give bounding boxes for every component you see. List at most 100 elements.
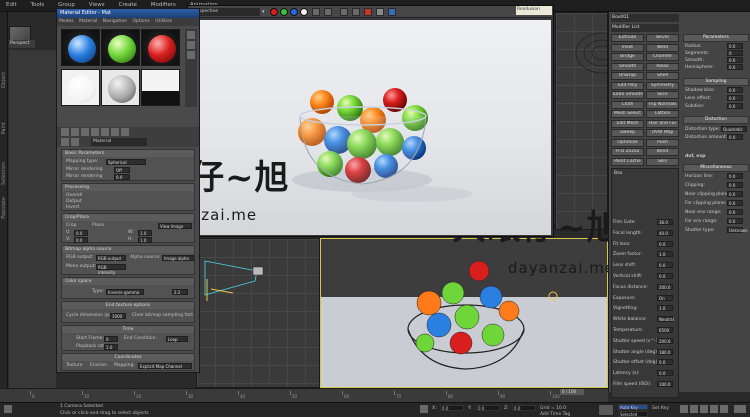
sampling-rollout-title[interactable]: Sampling	[683, 78, 749, 86]
distortion-rollout-title[interactable]: Distortion	[683, 116, 749, 124]
add-time-tag-button[interactable]: Add Time Tag	[540, 412, 570, 417]
modifier-button[interactable]: Edit Poly	[611, 81, 644, 90]
modifier-list-dropdown[interactable]: Modifier List	[611, 24, 679, 32]
modifier-button[interactable]: Lattice	[646, 110, 679, 118]
param-field[interactable]: 36.0	[657, 219, 673, 225]
param-field[interactable]: 100.0	[657, 381, 673, 387]
param-field[interactable]: 0.0	[727, 200, 743, 206]
modifier-button[interactable]: Symmetry	[646, 81, 679, 90]
ribbon-tab-object[interactable]: Object	[1, 72, 7, 88]
gamma-field[interactable]: 2.2	[172, 289, 188, 295]
param-field[interactable]: Neutral	[657, 316, 674, 323]
x-coordinate-field[interactable]: 0.0	[440, 405, 464, 411]
param-field[interactable]: 40.0	[657, 229, 673, 236]
time-slider[interactable]: 0 / 100	[560, 389, 584, 395]
alpha-channel-button[interactable]	[300, 8, 308, 16]
param-field[interactable]: 0.0	[727, 173, 743, 179]
time-slider-track[interactable]: 0 10 20 30 40 50 60 70 80 90 100	[0, 388, 608, 402]
param-field[interactable]: 180.0	[657, 348, 673, 355]
modifier-button[interactable]: Relax	[646, 62, 679, 71]
ribbon-tab-paint[interactable]: Paint	[1, 122, 7, 134]
prev-frame-icon[interactable]	[690, 405, 698, 413]
rollout-title[interactable]: Bitmap alpha source	[62, 246, 194, 253]
pick-icon[interactable]	[61, 138, 69, 146]
mono-output-dropdown[interactable]: RGB intensity	[96, 264, 126, 275]
history-icon[interactable]	[388, 8, 396, 16]
param-field[interactable]: On	[657, 294, 673, 301]
w-field[interactable]: 1.0	[138, 230, 152, 236]
param-field[interactable]: 0.0	[727, 182, 743, 188]
ribbon-tab-populate[interactable]: Populate	[1, 197, 7, 219]
selection-set-dropdown[interactable]: Selected	[618, 411, 648, 417]
modifier-button[interactable]: Chamfer	[646, 53, 679, 61]
param-field[interactable]: 6500	[657, 327, 673, 333]
param-field[interactable]: 200.0	[657, 283, 673, 290]
next-frame-icon[interactable]	[710, 405, 718, 413]
param-field[interactable]: 0.0	[727, 191, 743, 197]
play-icon[interactable]	[700, 405, 708, 413]
end-condition-dropdown[interactable]: Loop	[166, 336, 188, 342]
modifier-button[interactable]: Bend	[646, 148, 679, 156]
red-channel-button[interactable]	[270, 8, 278, 16]
param-field[interactable]: 0.0	[727, 103, 743, 109]
viewport-label[interactable]: Perspect	[9, 40, 35, 48]
copy-material-icon[interactable]	[101, 128, 109, 136]
sample-type-icon[interactable]	[187, 31, 195, 39]
param-field[interactable]: 0.0	[727, 95, 743, 101]
go-parent-icon[interactable]	[71, 138, 79, 146]
clone-icon[interactable]	[364, 8, 372, 16]
misc-rollout-title[interactable]: Miscellaneous	[683, 164, 749, 172]
viewport-bottom-left[interactable]	[196, 238, 320, 388]
modifier-button[interactable]: Turbo Smooth	[611, 91, 644, 99]
assign-material-icon[interactable]	[81, 128, 89, 136]
modifier-button[interactable]: Shell	[646, 72, 679, 80]
param-field[interactable]: 200.0	[657, 337, 673, 344]
lock-icon[interactable]	[420, 405, 428, 413]
modifier-button[interactable]: Bridge	[611, 53, 644, 61]
view-image-button[interactable]: View Image	[158, 223, 192, 229]
zoom-extents-icon[interactable]	[734, 405, 746, 413]
params-rollout-title[interactable]: Parameters	[683, 34, 749, 42]
distortion-type-dropdown[interactable]: Quadratic	[721, 126, 747, 132]
ribbon-tab-selection[interactable]: Selection	[1, 162, 7, 185]
stack-item[interactable]: Box	[612, 169, 678, 178]
param-field[interactable]: 0.0	[727, 87, 743, 93]
rollout-title[interactable]: Coordinates	[62, 354, 194, 361]
modifier-button[interactable]: Bevel	[646, 34, 679, 42]
modifier-button[interactable]: FFD 2x2x2	[611, 148, 644, 156]
row-field[interactable]: 0.0	[114, 174, 130, 180]
mapping-dropdown[interactable]: Spherical	[106, 159, 146, 165]
environ-radio[interactable]: Environ	[90, 363, 107, 368]
distortion-amount-field[interactable]: 0.0	[727, 134, 743, 140]
modifier-button[interactable]: Edit Mesh	[611, 119, 644, 128]
param-field[interactable]: 0.0	[657, 359, 673, 366]
modifier-button[interactable]: Push	[646, 138, 679, 147]
go-end-icon[interactable]	[720, 405, 728, 413]
param-field[interactable]: Unknown	[727, 227, 748, 233]
z-coordinate-field[interactable]: 0.0	[512, 405, 536, 411]
mapping-coord-dropdown[interactable]: Explicit Map Channel	[138, 363, 192, 369]
modifier-button[interactable]: Flip Normals	[646, 100, 679, 109]
print-icon[interactable]	[376, 8, 384, 16]
modifier-button[interactable]: Smooth	[611, 62, 644, 71]
alpha-source-dropdown[interactable]: Image alpha	[162, 255, 194, 261]
modifier-button[interactable]: Mesh Select	[611, 110, 644, 118]
auto-key-button[interactable]: Auto Key	[618, 404, 648, 410]
material-name-field[interactable]: Material	[91, 138, 147, 146]
background-icon[interactable]	[187, 51, 195, 59]
save-icon[interactable]	[340, 8, 348, 16]
menu-item-edit[interactable]: Edit	[0, 0, 23, 10]
playback-field[interactable]: 1.0	[104, 344, 118, 350]
u-field[interactable]: 0.0	[74, 230, 88, 236]
material-slot[interactable]	[61, 29, 100, 66]
modifier-button[interactable]: Optimize	[611, 138, 644, 147]
material-slot[interactable]	[101, 69, 140, 106]
set-key-button[interactable]: Set Key	[652, 406, 669, 411]
mat-menu-options[interactable]: Options	[132, 19, 149, 24]
material-slot[interactable]	[141, 69, 180, 106]
blue-channel-button[interactable]	[290, 8, 298, 16]
render-area-dropdown[interactable]: Perspective	[190, 8, 260, 16]
start-frame-field[interactable]: 0	[104, 336, 118, 342]
rollout-title[interactable]: Crop/Place	[62, 214, 194, 221]
modifier-button[interactable]: Unwrap	[611, 72, 644, 80]
